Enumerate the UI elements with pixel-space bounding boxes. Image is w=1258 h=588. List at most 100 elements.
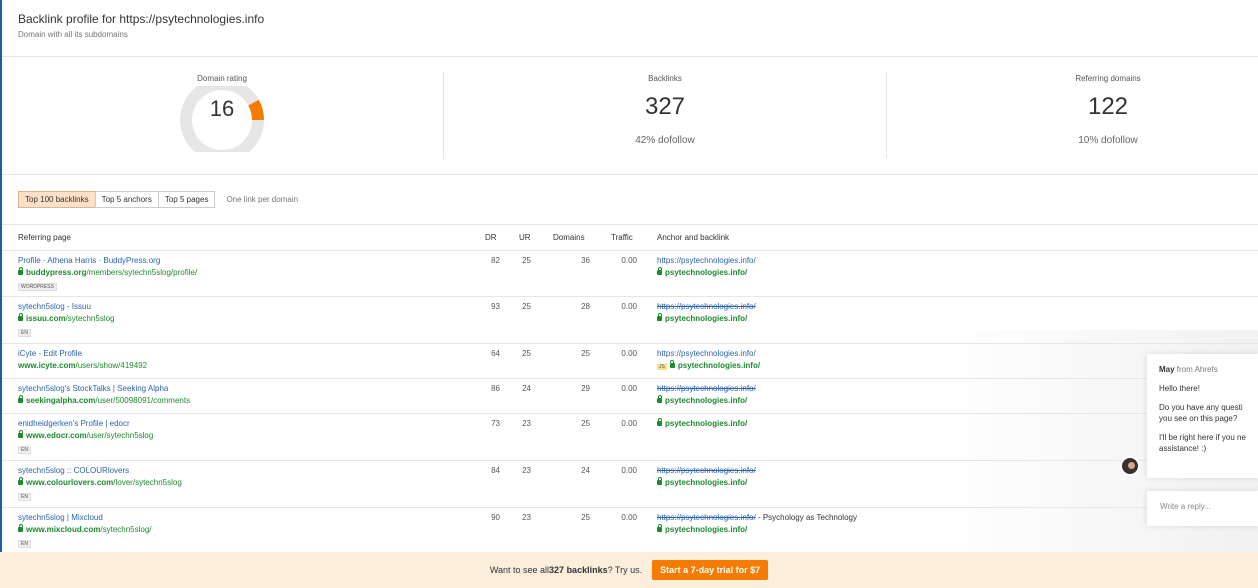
backlink-target: psytechnologies.info/: [665, 525, 748, 534]
chat-agent-avatar[interactable]: [1120, 456, 1140, 476]
chat-reply-input[interactable]: Write a reply...: [1147, 491, 1258, 526]
ur-value: 23: [522, 419, 531, 428]
page-subtitle: Domain with all its subdomains: [18, 30, 128, 39]
col-header-anchor-backlink[interactable]: Anchor and backlink: [657, 233, 729, 242]
lock-icon: [657, 477, 662, 485]
referring-page-url[interactable]: www.edocr.com/user/sytechn5slog: [18, 430, 154, 440]
anchor-link[interactable]: https://psytechnologies.info/: [657, 349, 756, 358]
divider: [2, 174, 1258, 175]
language-badge: EN: [18, 327, 31, 337]
referring-domains-value: 122: [1087, 93, 1129, 120]
backlinks-label: Backlinks: [648, 74, 682, 83]
js-badge: JS: [657, 364, 667, 370]
chat-message-bubble: May from Ahrefs Hello there! Do you have…: [1147, 354, 1258, 478]
domains-value: 28: [581, 302, 590, 311]
referring-domain: www.colourlovers.com: [26, 478, 114, 487]
referring-page-title[interactable]: Profile · Athena Harris · BuddyPress.org: [18, 256, 160, 265]
col-header-referring-page[interactable]: Referring page: [18, 233, 71, 242]
chat-sender-name: May: [1159, 365, 1175, 374]
col-header-dr[interactable]: DR: [485, 233, 497, 242]
referring-path: /lover/sytechn5slog: [113, 478, 182, 487]
ur-value: 24: [522, 384, 531, 393]
backlink-url[interactable]: psytechnologies.info/: [657, 418, 747, 428]
domains-value: 25: [581, 349, 590, 358]
referring-page-title[interactable]: sytechn5slog | Mixcloud: [18, 513, 103, 522]
backlink-url[interactable]: psytechnologies.info/: [657, 395, 748, 405]
lock-icon: [18, 430, 23, 438]
stat-divider: [443, 72, 444, 158]
tab-top-5-anchors[interactable]: Top 5 anchors: [94, 191, 159, 208]
badge-label: WORDPRESS: [18, 283, 57, 291]
chat-question-line-1: Do you have any questi: [1159, 403, 1243, 412]
backlink-target: psytechnologies.info/: [665, 478, 748, 487]
referring-page-url[interactable]: www.colourlovers.com/lover/sytechn5slog: [18, 477, 182, 487]
referring-domains-stat: Referring domains 122 10% dofollow: [958, 74, 1258, 146]
referring-domain: www.icyte.com: [18, 361, 76, 370]
language-badge: EN: [18, 444, 31, 454]
domains-value: 24: [581, 466, 590, 475]
referring-path: /users/show/419492: [75, 361, 148, 370]
referring-path: /user/sytechn5slog: [86, 431, 154, 440]
chat-greeting: Hello there!: [1159, 384, 1200, 393]
backlink-url[interactable]: psytechnologies.info/: [657, 524, 748, 534]
traffic-value: 0.00: [621, 513, 637, 522]
referring-page-url[interactable]: issuu.com/sytechn5slog: [18, 313, 115, 323]
chat-question-line-2: you see on this page?: [1159, 414, 1238, 423]
tab-top-100-backlinks[interactable]: Top 100 backlinks: [18, 191, 96, 208]
backlink-url[interactable]: psytechnologies.info/: [657, 313, 747, 323]
col-header-ur[interactable]: UR: [519, 233, 531, 242]
referring-domains-label: Referring domains: [1075, 74, 1141, 83]
backlink-url[interactable]: psytechnologies.info/: [657, 477, 748, 487]
referring-page-title[interactable]: sytechn5slog :: COLOURlovers: [18, 466, 129, 475]
language-badge: WORDPRESS: [18, 281, 57, 291]
referring-page-url[interactable]: seekingalpha.com/user/50098091/comments: [18, 395, 190, 405]
traffic-value: 0.00: [621, 349, 637, 358]
domains-value: 29: [581, 384, 590, 393]
dr-value: 84: [491, 466, 500, 475]
start-trial-button[interactable]: Start a 7-day trial for $7: [652, 560, 769, 580]
referring-page-title[interactable]: enidheidgerken's Profile | edocr: [18, 419, 130, 428]
referring-domain: buddypress.org: [26, 268, 87, 277]
anchor-link[interactable]: https://psytechnologies.info/: [657, 384, 756, 393]
anchor-link[interactable]: https://psytechnologies.info/: [657, 513, 756, 522]
table-row: Profile · Athena Harris · BuddyPress.org…: [2, 250, 1258, 296]
ur-value: 25: [522, 302, 531, 311]
dr-value: 64: [491, 349, 500, 358]
language-badge: EN: [18, 491, 31, 501]
anchor-cell: https://psytechnologies.info/: [657, 256, 756, 265]
chat-followup: I'll be right here if you ne assistance! …: [1159, 432, 1246, 454]
tab-note: One link per domain: [226, 195, 299, 204]
tab-top-5-pages[interactable]: Top 5 pages: [157, 191, 216, 208]
col-header-traffic[interactable]: Traffic: [611, 233, 633, 242]
lock-icon: [18, 313, 23, 321]
referring-page-title[interactable]: sytechn5slog's StockTalks | Seeking Alph…: [18, 384, 168, 393]
divider: [2, 56, 1258, 57]
referring-page-title[interactable]: sytechn5slog - Issuu: [18, 302, 91, 311]
referring-page-url[interactable]: buddypress.org/members/sytechn5slog/prof…: [18, 267, 197, 277]
referring-page-url[interactable]: www.icyte.com/users/show/419492: [18, 361, 147, 370]
anchor-link[interactable]: https://psytechnologies.info/: [657, 302, 756, 311]
ur-value: 25: [522, 256, 531, 265]
chat-followup-line-2: assistance! :): [1159, 444, 1207, 453]
traffic-value: 0.00: [621, 256, 637, 265]
referring-page-url[interactable]: www.mixcloud.com/sytechn5slog/: [18, 524, 152, 534]
anchor-link[interactable]: https://psytechnologies.info/: [657, 466, 756, 475]
backlink-target: psytechnologies.info/: [665, 396, 748, 405]
ur-value: 23: [522, 466, 531, 475]
backlink-target: psytechnologies.info/: [677, 361, 761, 370]
anchor-cell: https://psytechnologies.info/: [657, 349, 756, 358]
anchor-cell: https://psytechnologies.info/ - Psycholo…: [657, 513, 857, 522]
page-title: Backlink profile for https://psytechnolo…: [18, 12, 265, 26]
col-header-domains[interactable]: Domains: [553, 233, 585, 242]
referring-path: /sytechn5slog/: [100, 525, 152, 534]
lock-icon: [657, 395, 662, 403]
backlinks-dofollow: 42% dofollow: [635, 135, 695, 146]
anchor-link[interactable]: https://psytechnologies.info/: [657, 256, 756, 265]
backlink-url[interactable]: JS psytechnologies.info/: [657, 360, 761, 370]
referring-page-title[interactable]: iCyte - Edit Profile: [18, 349, 82, 358]
referring-domain: seekingalpha.com: [26, 396, 96, 405]
footer-text-after: ? Try us.: [607, 565, 643, 575]
anchor-cell: https://psytechnologies.info/: [657, 384, 756, 393]
backlink-url[interactable]: psytechnologies.info/: [657, 267, 747, 277]
lock-icon: [657, 267, 662, 275]
